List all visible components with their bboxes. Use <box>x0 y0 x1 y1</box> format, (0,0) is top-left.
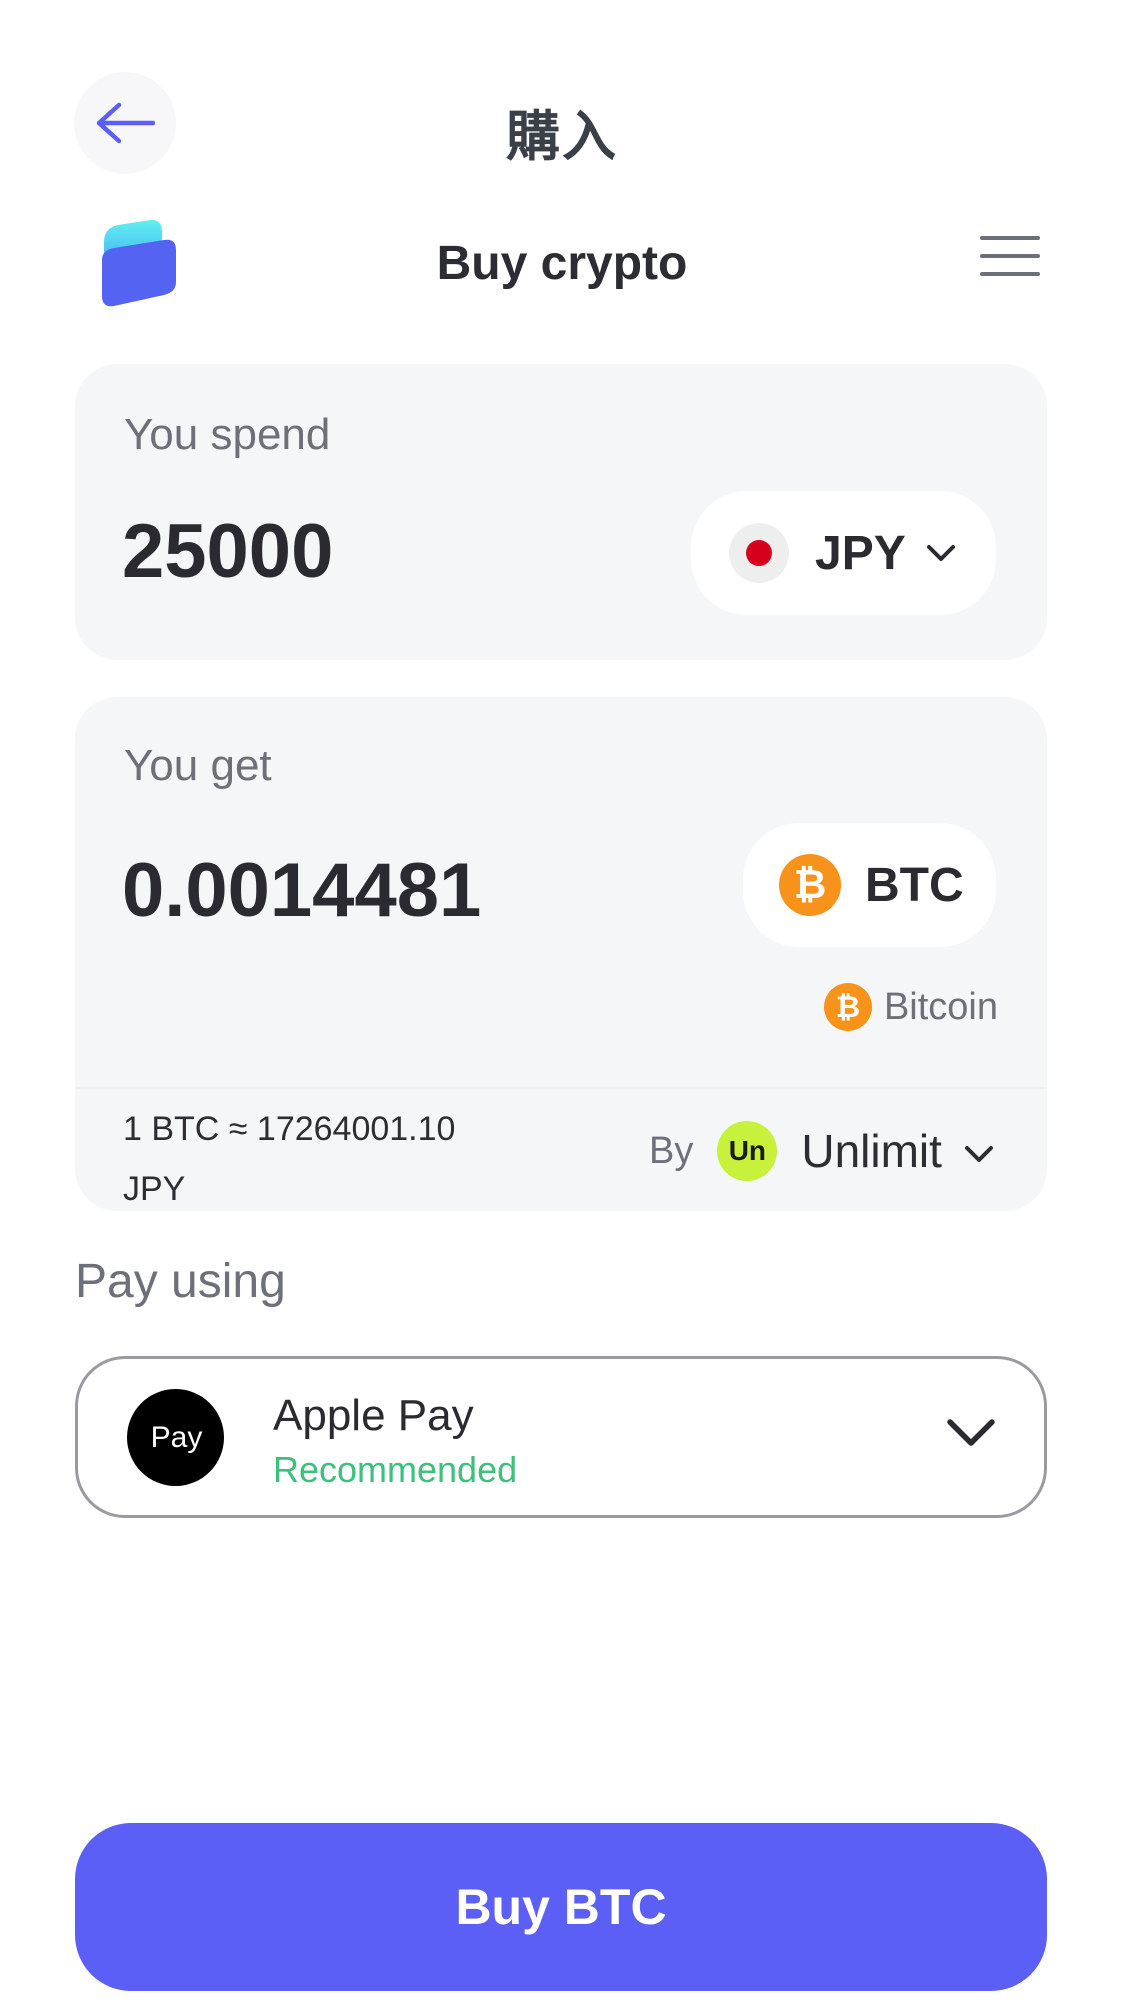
spend-amount-input[interactable] <box>122 508 682 595</box>
get-amount: 0.0014481 <box>122 848 482 933</box>
widget-title: Buy crypto <box>436 237 688 290</box>
provider-name: Unlimit <box>801 1125 942 1177</box>
menu-bar-icon <box>980 272 1040 276</box>
menu-bar-icon <box>980 254 1040 258</box>
chevron-down-icon <box>964 1146 993 1162</box>
divider <box>75 1087 1047 1089</box>
unlimit-logo-text: Un <box>728 1135 767 1166</box>
spend-card: You spend JPY <box>75 364 1047 660</box>
payment-method-name: Apple Pay <box>273 1391 474 1440</box>
apple-pay-logo-text: Pay <box>150 1420 203 1454</box>
apple-pay-icon: Pay <box>127 1389 224 1486</box>
menu-bar-icon <box>980 236 1040 240</box>
spend-label: You spend <box>124 410 331 459</box>
unlimit-logo-icon: Un <box>717 1121 778 1181</box>
crypto-currency-selector[interactable]: ₿ BTC <box>743 823 996 947</box>
japan-flag-icon <box>729 523 789 583</box>
page-title: 購入 <box>506 105 618 168</box>
crypto-currency-code: BTC <box>865 858 964 912</box>
menu-button[interactable] <box>980 236 1042 276</box>
network-label: ₿ Bitcoin <box>823 983 998 1031</box>
payment-method-selector[interactable]: Pay Apple Pay Recommended <box>75 1356 1047 1518</box>
buy-button[interactable]: Buy BTC <box>75 1823 1047 1991</box>
recommended-badge: Recommended <box>273 1449 518 1490</box>
get-card: You get 0.0014481 ₿ BTC ₿ Bitcoin 1 BTC … <box>75 697 1047 1211</box>
provider-selector[interactable]: By Un Unlimit <box>649 1117 994 1185</box>
by-label: By <box>649 1129 694 1172</box>
fiat-currency-code: JPY <box>815 526 906 580</box>
network-name: Bitcoin <box>883 985 998 1028</box>
fiat-currency-selector[interactable]: JPY <box>691 491 996 615</box>
chevron-down-icon <box>947 1419 995 1446</box>
chevron-down-icon <box>926 545 955 561</box>
bitcoin-small-icon: ₿ <box>823 983 872 1031</box>
exchange-rate: 1 BTC ≈ 17264001.10 JPY <box>123 1110 456 1208</box>
get-label: You get <box>124 741 272 790</box>
pay-using-label: Pay using <box>75 1255 286 1308</box>
bitcoin-icon: ₿ <box>779 854 841 916</box>
